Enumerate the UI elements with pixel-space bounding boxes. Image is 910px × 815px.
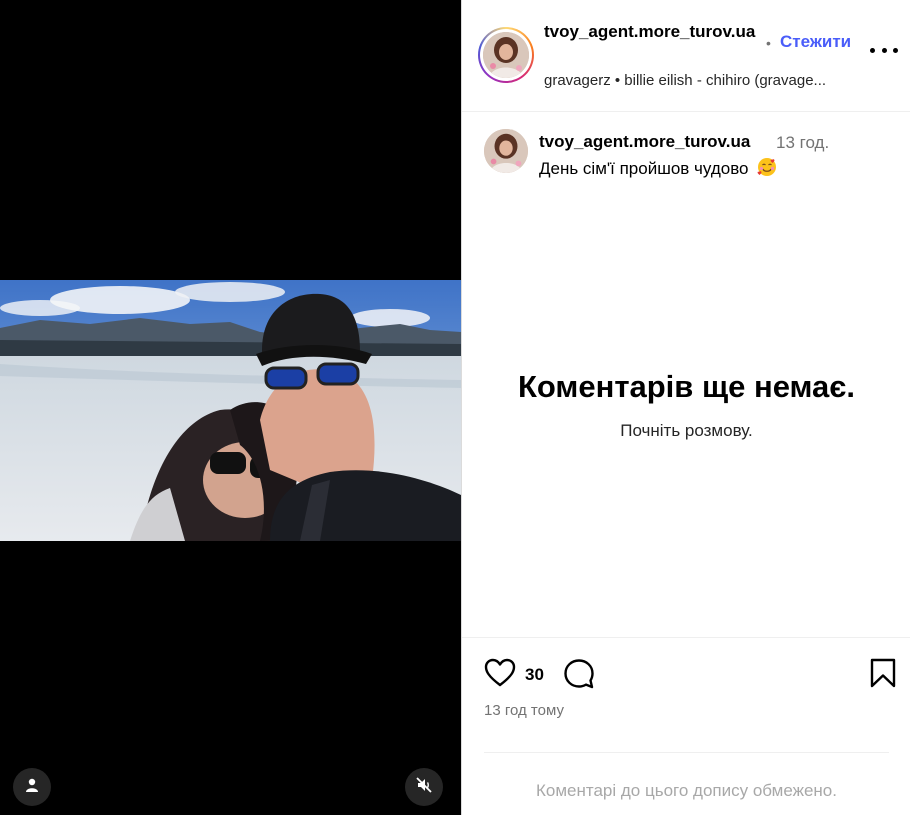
comments-limited-notice: Коментарі до цього допису обмежено. [535,781,837,800]
post-dialog: tvoy_agent.more_turov.ua • Стежити grava… [0,0,910,815]
avatar-image [483,32,529,78]
no-comments-subtitle: Почніть розмову. [620,421,753,440]
post-panel: tvoy_agent.more_turov.ua • Стежити grava… [461,0,910,815]
media-pane [0,0,461,815]
author-avatar[interactable] [478,27,534,83]
more-icon [870,47,875,53]
comment-icon[interactable] [563,658,595,695]
heart-icon[interactable] [484,658,516,693]
caption-avatar[interactable] [484,129,528,173]
follow-button[interactable]: Стежити [780,32,851,52]
like-count[interactable]: 30 [525,665,544,685]
caption-time[interactable]: 13 год. [776,133,829,153]
smiling-face-with-hearts-icon [757,157,777,177]
muted-speaker-icon [415,776,433,799]
caption-username[interactable]: tvoy_agent.more_turov.ua [539,132,750,152]
user-icon [24,777,40,798]
no-comments-title: Коментарів ще немає. [517,369,856,404]
caption-body: День сім'ї пройшов чудово [539,159,749,178]
tagged-users-button[interactable] [13,768,51,806]
mute-button[interactable] [405,768,443,806]
header-separator: • [766,35,771,51]
audio-attribution[interactable]: gravagerz • billie eilish - chihiro (gra… [544,72,864,89]
post-actions: 30 13 год тому Коментарі до цього допису… [462,637,910,815]
bookmark-icon[interactable] [869,658,897,693]
posted-time[interactable]: 13 год тому [484,702,564,719]
author-username[interactable]: tvoy_agent.more_turov.ua [544,20,762,44]
post-header: tvoy_agent.more_turov.ua • Стежити grava… [462,0,910,112]
post-photo[interactable] [0,280,461,541]
caption-text: День сім'ї пройшов чудово [539,157,777,179]
divider [484,752,889,753]
more-options-button[interactable] [870,40,898,60]
